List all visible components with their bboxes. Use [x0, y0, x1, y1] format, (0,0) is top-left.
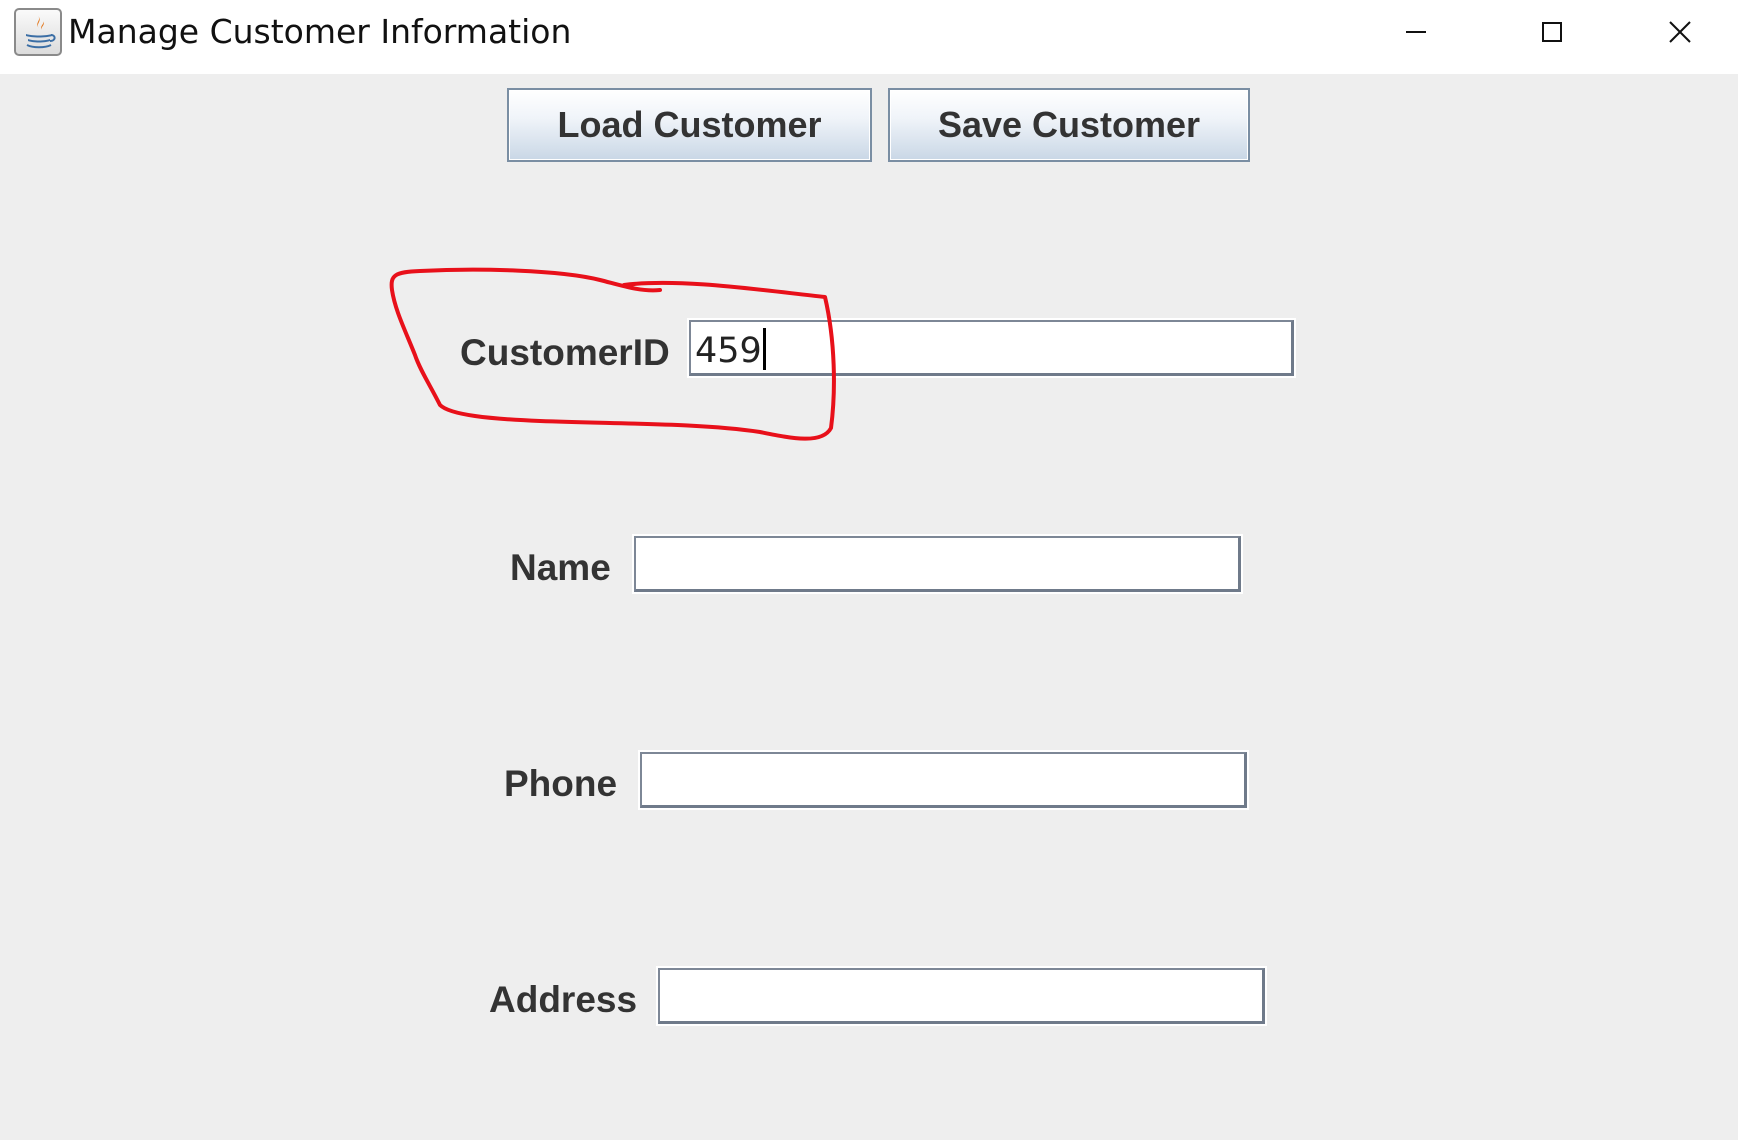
- save-customer-button[interactable]: Save Customer: [888, 88, 1250, 162]
- close-icon: [1669, 21, 1691, 43]
- minimize-icon: [1406, 31, 1426, 33]
- close-button[interactable]: [1622, 0, 1738, 64]
- address-field[interactable]: [656, 966, 1267, 1026]
- minimize-button[interactable]: [1350, 0, 1482, 64]
- app-window: Manage Customer Information Load Custome…: [0, 0, 1738, 1140]
- name-field[interactable]: [632, 534, 1243, 594]
- title-bar: Manage Customer Information: [0, 0, 1738, 74]
- text-caret: [762, 328, 766, 370]
- window-title: Manage Customer Information: [68, 12, 572, 51]
- phone-label: Phone: [504, 763, 618, 804]
- maximize-icon: [1542, 22, 1562, 42]
- customer-id-label: CustomerID: [460, 332, 670, 373]
- customer-id-field[interactable]: 459: [687, 318, 1296, 378]
- phone-field[interactable]: [638, 750, 1249, 810]
- load-customer-button[interactable]: Load Customer: [507, 88, 872, 162]
- address-label: Address: [489, 979, 638, 1020]
- java-coffee-icon[interactable]: [14, 8, 62, 56]
- maximize-button[interactable]: [1486, 0, 1618, 64]
- name-label: Name: [510, 547, 611, 588]
- customer-id-value: 459: [695, 331, 762, 371]
